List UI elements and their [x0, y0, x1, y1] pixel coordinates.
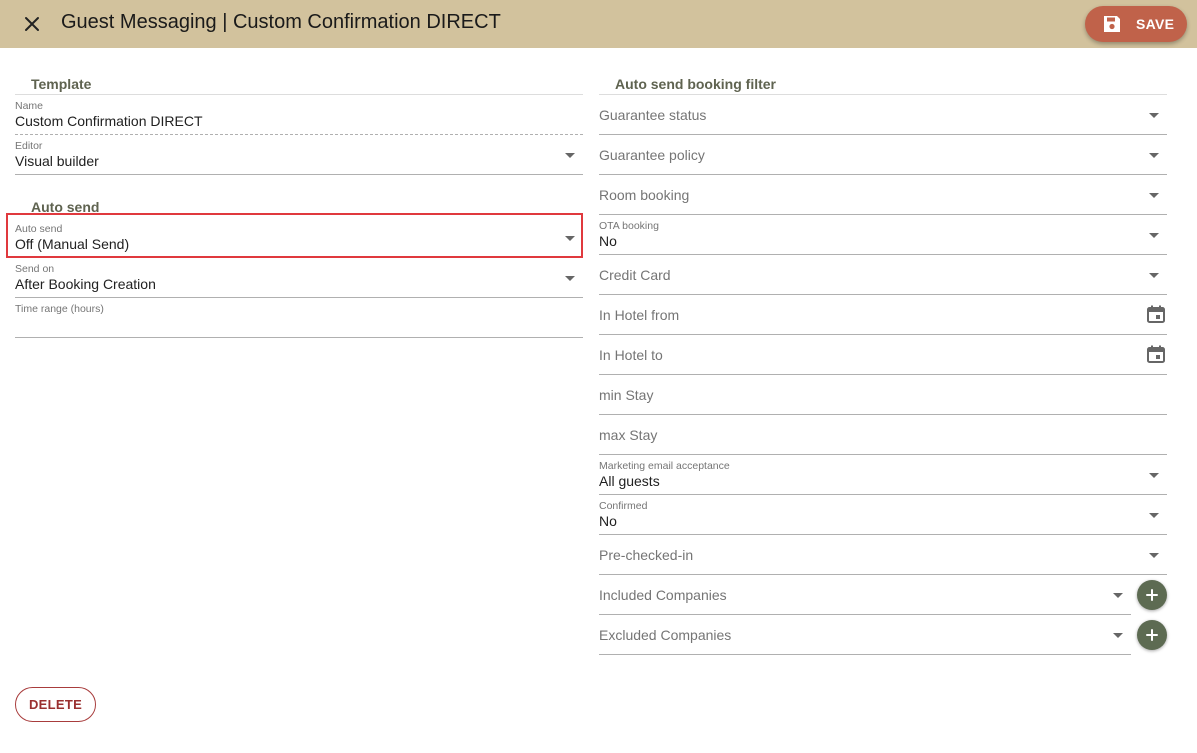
max-stay-input[interactable]: max Stay — [599, 415, 1167, 455]
guarantee-policy-select[interactable]: Guarantee policy — [599, 135, 1167, 175]
dropdown-arrow-icon[interactable] — [565, 276, 575, 281]
confirmed-value: No — [599, 513, 617, 529]
in-hotel-to-placeholder: In Hotel to — [599, 347, 663, 363]
in-hotel-from-input[interactable]: In Hotel from — [599, 295, 1167, 335]
save-button-label: SAVE — [1136, 16, 1175, 32]
dropdown-arrow-icon[interactable] — [1149, 473, 1159, 478]
marketing-email-select[interactable]: Marketing email acceptance All guests — [599, 455, 1167, 495]
calendar-icon[interactable] — [1146, 344, 1166, 364]
dropdown-arrow-icon[interactable] — [1149, 273, 1159, 278]
send-on-select[interactable]: Send on After Booking Creation — [15, 258, 583, 298]
pre-checked-in-placeholder: Pre-checked-in — [599, 547, 694, 563]
room-booking-placeholder: Room booking — [599, 187, 690, 203]
template-section-title: Template — [31, 76, 92, 92]
in-hotel-from-placeholder: In Hotel from — [599, 307, 680, 323]
credit-card-placeholder: Credit Card — [599, 267, 671, 283]
name-field-value[interactable]: Custom Confirmation DIRECT — [15, 113, 203, 130]
editor-select[interactable]: Editor Visual builder — [15, 135, 583, 175]
add-included-company-button[interactable] — [1137, 580, 1167, 610]
in-hotel-to-input[interactable]: In Hotel to — [599, 335, 1167, 375]
calendar-icon[interactable] — [1146, 304, 1166, 324]
plus-icon — [1146, 589, 1158, 601]
name-field[interactable]: Name Custom Confirmation DIRECT — [15, 95, 583, 135]
min-stay-input[interactable]: min Stay — [599, 375, 1167, 415]
excluded-companies-select[interactable]: Excluded Companies — [599, 615, 1131, 655]
editor-select-label: Editor — [15, 140, 43, 152]
dropdown-arrow-icon[interactable] — [1149, 553, 1159, 558]
page-title: Guest Messaging | Custom Confirmation DI… — [61, 11, 501, 33]
editor-select-value: Visual builder — [15, 153, 99, 169]
guarantee-status-select[interactable]: Guarantee status — [599, 95, 1167, 135]
send-on-select-label: Send on — [15, 263, 55, 275]
time-range-input-label: Time range (hours) — [15, 303, 104, 315]
plus-icon — [1146, 629, 1158, 641]
pre-checked-in-select[interactable]: Pre-checked-in — [599, 535, 1167, 575]
ota-booking-value: No — [599, 233, 617, 249]
guarantee-status-placeholder: Guarantee status — [599, 107, 707, 123]
close-icon — [25, 17, 39, 31]
excluded-companies-placeholder: Excluded Companies — [599, 627, 732, 643]
dropdown-arrow-icon[interactable] — [1149, 113, 1159, 118]
dropdown-arrow-icon[interactable] — [1113, 593, 1123, 598]
dropdown-arrow-icon[interactable] — [1149, 233, 1159, 238]
dropdown-arrow-icon[interactable] — [1149, 193, 1159, 198]
dropdown-arrow-icon[interactable] — [1149, 513, 1159, 518]
ota-booking-select[interactable]: OTA booking No — [599, 215, 1167, 255]
dropdown-arrow-icon[interactable] — [565, 153, 575, 158]
credit-card-select[interactable]: Credit Card — [599, 255, 1167, 295]
top-bar: Guest Messaging | Custom Confirmation DI… — [0, 0, 1197, 48]
add-excluded-company-button[interactable] — [1137, 620, 1167, 650]
dropdown-arrow-icon[interactable] — [1113, 633, 1123, 638]
delete-button[interactable]: DELETE — [15, 687, 96, 722]
marketing-email-label: Marketing email acceptance — [599, 460, 730, 472]
name-field-label: Name — [15, 100, 44, 112]
auto-send-highlight-box — [6, 213, 583, 258]
floppy-disk-icon — [1104, 16, 1120, 32]
max-stay-placeholder: max Stay — [599, 427, 658, 443]
booking-filter-section-title: Auto send booking filter — [615, 76, 776, 92]
room-booking-select[interactable]: Room booking — [599, 175, 1167, 215]
send-on-select-value: After Booking Creation — [15, 276, 156, 292]
close-button[interactable] — [20, 12, 44, 36]
dropdown-arrow-icon[interactable] — [1149, 153, 1159, 158]
ota-booking-label: OTA booking — [599, 220, 659, 232]
min-stay-placeholder: min Stay — [599, 387, 654, 403]
save-button[interactable]: SAVE — [1085, 6, 1187, 42]
included-companies-placeholder: Included Companies — [599, 587, 727, 603]
guarantee-policy-placeholder: Guarantee policy — [599, 147, 705, 163]
confirmed-label: Confirmed — [599, 500, 648, 512]
time-range-input[interactable]: Time range (hours) — [15, 298, 583, 338]
included-companies-select[interactable]: Included Companies — [599, 575, 1131, 615]
confirmed-select[interactable]: Confirmed No — [599, 495, 1167, 535]
marketing-email-value: All guests — [599, 473, 660, 489]
